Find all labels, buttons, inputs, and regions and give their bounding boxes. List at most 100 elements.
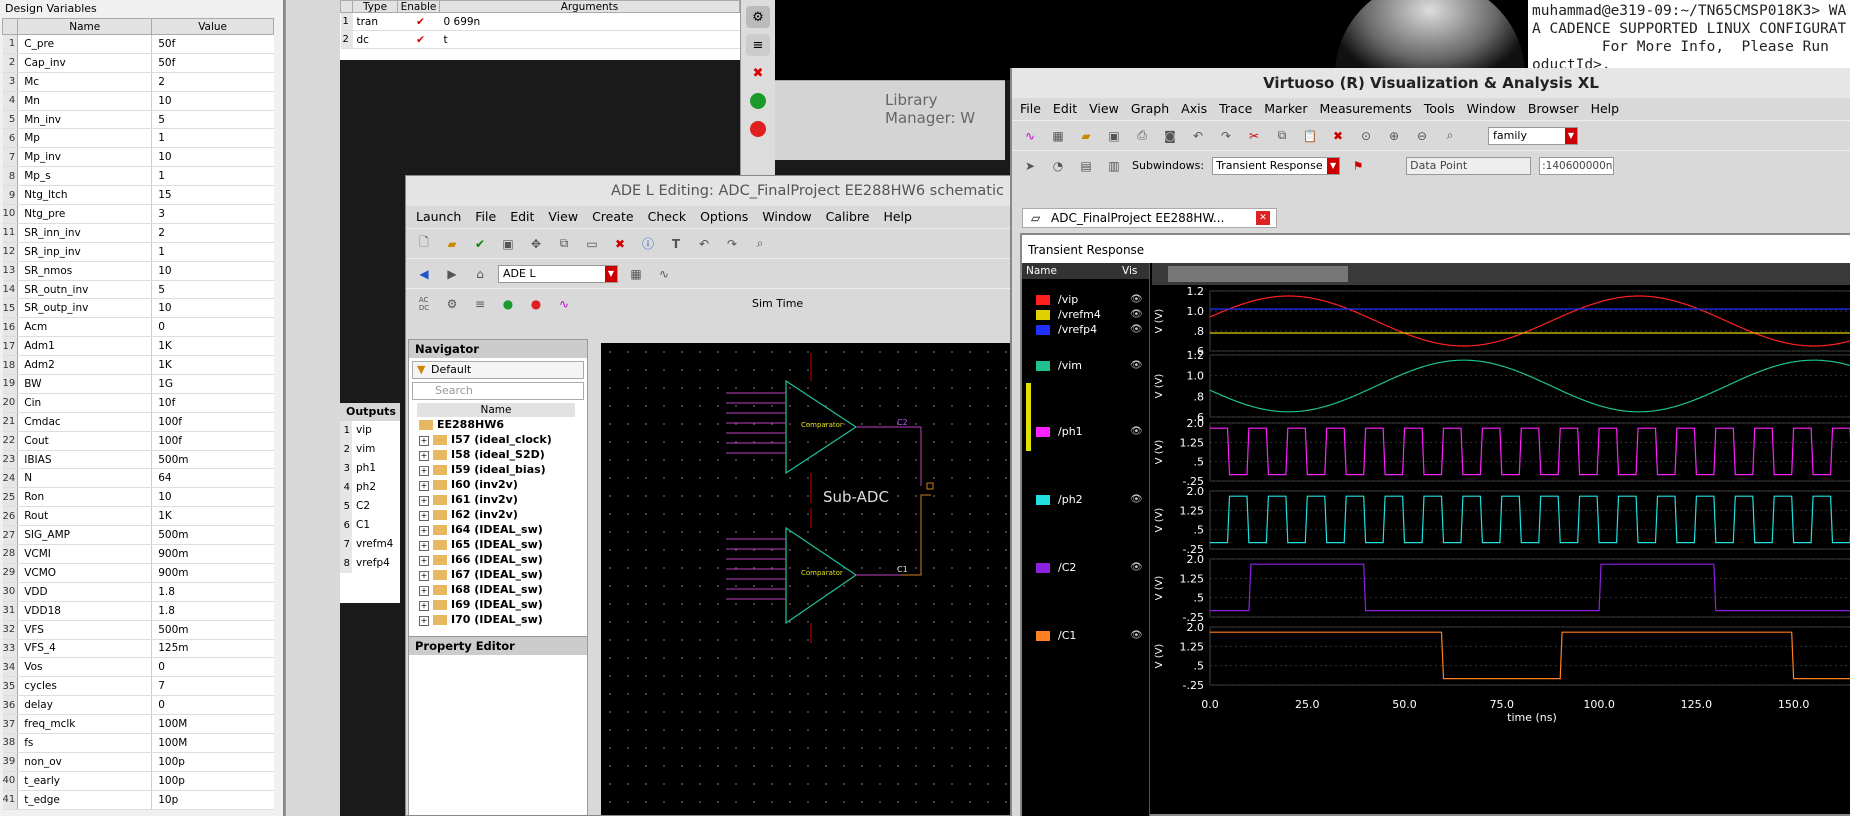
menu-tools[interactable]: Tools — [1424, 98, 1455, 120]
menu-marker[interactable]: Marker — [1264, 98, 1307, 120]
expand-icon[interactable]: + — [419, 571, 429, 581]
paste-icon[interactable]: 📋 — [1300, 126, 1320, 146]
menu-view[interactable]: View — [548, 206, 578, 228]
waveform-plot[interactable]: 1.21.0.8.6V (V)1.21.0.8.6V (V)2.01.25.5-… — [1152, 263, 1850, 816]
variable-value[interactable]: 5 — [151, 110, 274, 130]
variable-value[interactable]: 1K — [151, 355, 274, 376]
design-variable-row[interactable]: 35 cycles 7 — [2, 676, 274, 697]
settings-icon[interactable]: ⚙ — [442, 294, 462, 314]
menu-options[interactable]: Options — [700, 206, 748, 228]
eye-icon[interactable]: 👁 — [1130, 294, 1143, 305]
design-variable-row[interactable]: 34 Vos 0 — [2, 657, 274, 678]
marker-icon[interactable]: ◔ — [1048, 156, 1068, 176]
eye-icon[interactable]: 👁 — [1130, 494, 1143, 505]
navigator-item[interactable]: + I65 (IDEAL_sw) — [409, 537, 587, 552]
output-row[interactable]: 6 C1 — [340, 516, 400, 535]
dc-trans-icon[interactable]: AC DC — [414, 294, 434, 314]
menu-window[interactable]: Window — [762, 206, 811, 228]
waveform-icon[interactable]: ∿ — [554, 294, 574, 314]
data-point-select[interactable]: Data Point — [1406, 156, 1532, 175]
eye-icon[interactable]: 👁 — [1130, 324, 1143, 335]
expand-icon[interactable]: + — [419, 451, 429, 461]
navigator-root[interactable]: EE288HW6 — [409, 417, 587, 432]
navigator-item[interactable]: + I64 (IDEAL_sw) — [409, 522, 587, 537]
design-variable-row[interactable]: 16 Acm 0 — [2, 317, 274, 338]
signal-entry[interactable]: /ph2 👁 — [1036, 493, 1143, 506]
move-icon[interactable]: ✥ — [526, 234, 546, 254]
navigator-filter-select[interactable]: ▼ Default — [412, 361, 584, 379]
open-icon[interactable]: ▰ — [442, 234, 462, 254]
run-icon[interactable] — [746, 90, 770, 112]
variable-value[interactable]: 100p — [151, 752, 274, 772]
design-variable-row[interactable]: 2 Cap_inv 50f — [2, 53, 274, 73]
eye-icon[interactable]: 👁 — [1130, 309, 1143, 320]
menu-view[interactable]: View — [1089, 98, 1119, 120]
variable-value[interactable]: 3 — [151, 204, 274, 224]
navigator-item[interactable]: + I70 (IDEAL_sw) — [409, 612, 587, 627]
copy-icon[interactable]: ⧉ — [1272, 126, 1292, 146]
menu-file[interactable]: File — [475, 206, 496, 228]
variable-value[interactable]: 1K — [151, 506, 274, 527]
variable-value[interactable]: 100M — [151, 714, 274, 734]
redo-icon[interactable]: ↷ — [1216, 126, 1236, 146]
delete-icon[interactable]: ✖ — [1328, 126, 1348, 146]
navigator-item[interactable]: + I68 (IDEAL_sw) — [409, 582, 587, 597]
netlist-icon[interactable]: ≡ — [746, 34, 770, 56]
variable-value[interactable]: 1K — [151, 336, 274, 357]
design-variable-row[interactable]: 17 Adm1 1K — [2, 336, 274, 357]
signal-entry[interactable]: /vrefp4 👁 — [1036, 323, 1143, 336]
design-variable-row[interactable]: 4 Mn 10 — [2, 91, 274, 111]
copy-icon[interactable]: ⧉ — [554, 234, 574, 254]
variable-value[interactable]: 1G — [151, 374, 274, 394]
menu-help[interactable]: Help — [883, 206, 912, 228]
options-icon[interactable]: ⚙ — [746, 6, 770, 28]
home-icon[interactable]: ⌂ — [470, 264, 490, 284]
schematic-canvas[interactable]: Sub-ADC Comparator Comparator C2 C1 — [601, 343, 1024, 815]
design-variable-row[interactable]: 13 SR_nmos 10 — [2, 261, 274, 281]
design-variable-row[interactable]: 30 VDD 1.8 — [2, 582, 274, 602]
expand-icon[interactable]: + — [419, 586, 429, 596]
menu-measurements[interactable]: Measurements — [1319, 98, 1411, 120]
design-variable-row[interactable]: 31 VDD18 1.8 — [2, 601, 274, 621]
variable-value[interactable]: 900m — [151, 563, 274, 583]
variable-value[interactable]: 100f — [151, 412, 274, 432]
family-select[interactable]: family ▼ — [1488, 126, 1578, 145]
design-variable-row[interactable]: 15 SR_outp_inv 10 — [2, 298, 274, 319]
variable-value[interactable]: 1.8 — [151, 601, 274, 621]
zoom-fit-icon[interactable]: ⊙ — [1356, 126, 1376, 146]
output-row[interactable]: 8 vrefp4 — [340, 554, 400, 573]
design-variable-row[interactable]: 36 delay 0 — [2, 695, 274, 716]
variable-value[interactable]: 10p — [151, 790, 274, 810]
plot-icon[interactable]: ▦ — [626, 264, 646, 284]
navigator-item[interactable]: + I60 (inv2v) — [409, 477, 587, 492]
expand-icon[interactable]: + — [419, 616, 429, 626]
expand-icon[interactable]: + — [419, 496, 429, 506]
navigator-item[interactable]: + I66 (IDEAL_sw) — [409, 552, 587, 567]
text-icon[interactable]: T — [666, 234, 686, 254]
menu-check[interactable]: Check — [648, 206, 686, 228]
strip-icon[interactable]: ▤ — [1076, 156, 1096, 176]
output-row[interactable]: 5 C2 — [340, 497, 400, 516]
design-variable-row[interactable]: 7 Mp_inv 10 — [2, 147, 274, 168]
analysis-row[interactable]: 2 dc ✔ t — [340, 30, 740, 49]
navigator-search-input[interactable]: Search — [412, 382, 584, 400]
design-variable-row[interactable]: 9 Ntg_ltch 15 — [2, 185, 274, 206]
signal-entry[interactable]: /C2 👁 — [1036, 561, 1143, 574]
design-variable-row[interactable]: 32 VFS 500m — [2, 620, 274, 640]
design-variable-row[interactable]: 3 Mc 2 — [2, 72, 274, 92]
menu-help[interactable]: Help — [1591, 98, 1620, 120]
menu-launch[interactable]: Launch — [416, 206, 461, 228]
flag-icon[interactable]: ⚑ — [1348, 156, 1368, 176]
menu-trace[interactable]: Trace — [1219, 98, 1252, 120]
variable-value[interactable]: 5 — [151, 280, 274, 300]
design-variable-row[interactable]: 40 t_early 100p — [2, 771, 274, 791]
variable-value[interactable]: 7 — [151, 676, 274, 697]
analysis-row[interactable]: 1 tran ✔ 0 699n — [340, 12, 740, 31]
menu-edit[interactable]: Edit — [1053, 98, 1077, 120]
graph-icon[interactable]: ∿ — [1020, 126, 1040, 146]
design-variable-row[interactable]: 29 VCMO 900m — [2, 563, 274, 583]
variable-value[interactable]: 50f — [151, 53, 274, 73]
menu-window[interactable]: Window — [1467, 98, 1516, 120]
variable-value[interactable]: 1 — [151, 242, 274, 262]
eye-icon[interactable]: 👁 — [1130, 426, 1143, 437]
